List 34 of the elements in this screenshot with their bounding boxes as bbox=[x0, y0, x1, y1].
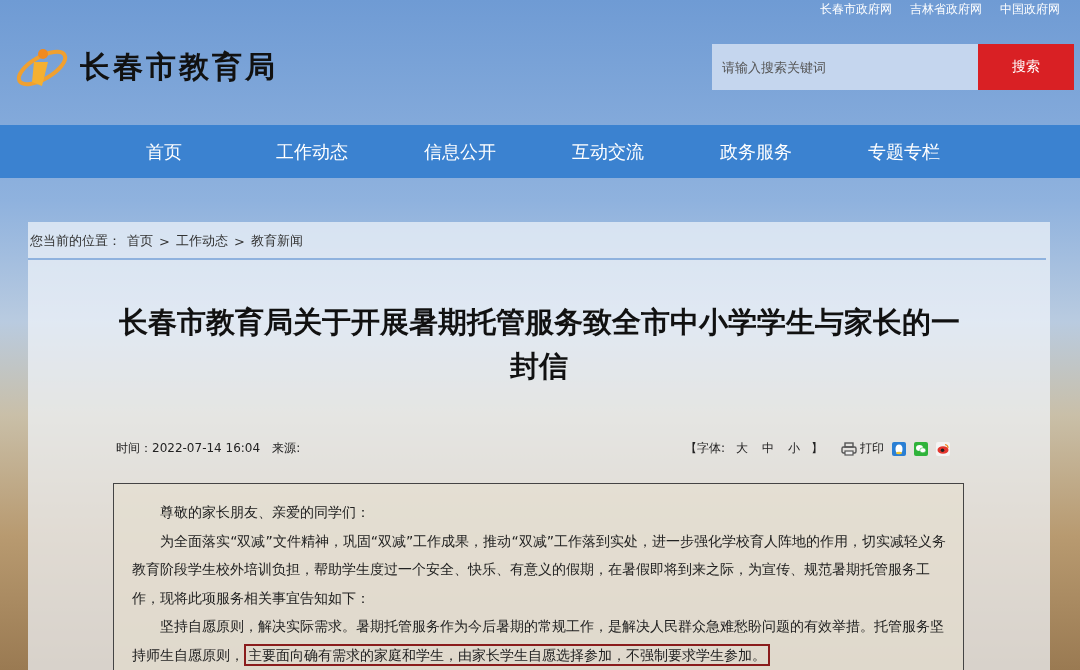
breadcrumb-separator: > bbox=[159, 233, 170, 249]
nav-item[interactable]: 政务服务 bbox=[682, 125, 830, 178]
nav-item[interactable]: 互动交流 bbox=[534, 125, 682, 178]
eye-icon[interactable] bbox=[936, 441, 950, 456]
site-link[interactable]: 中国政府网 bbox=[1000, 0, 1060, 18]
search-field[interactable]: 请输入搜索关键词 bbox=[712, 44, 978, 90]
publish-time: 时间：2022-07-14 16:04 bbox=[116, 440, 261, 457]
site-title: 长春市教育局 bbox=[80, 47, 278, 86]
print-link[interactable]: 打印 bbox=[841, 440, 884, 457]
breadcrumb-link[interactable]: 工作动态 bbox=[175, 232, 228, 250]
breadcrumb-label: 您当前的位置： bbox=[30, 232, 121, 250]
printer-icon bbox=[841, 441, 857, 456]
font-size-link[interactable]: 大 bbox=[736, 440, 748, 457]
article-title: 长春市教育局关于开展暑期托管服务致全市中小学学生与家长的一封信 bbox=[117, 304, 961, 385]
greeting-text: 尊敬的家长朋友、亲爱的同学们： bbox=[159, 503, 372, 522]
source-label: 来源: bbox=[272, 440, 301, 457]
nav-item[interactable]: 信息公开 bbox=[386, 125, 534, 178]
site-link[interactable]: 长春市政府网 bbox=[820, 0, 892, 18]
font-size-link[interactable]: 小 bbox=[788, 440, 800, 457]
site-link[interactable]: 吉林省政府网 bbox=[910, 0, 982, 18]
search-button[interactable]: 搜索 bbox=[978, 44, 1074, 90]
breadcrumb-link[interactable]: 首页 bbox=[127, 232, 153, 250]
font-size-link[interactable]: 中 bbox=[762, 440, 774, 457]
paragraph-text: 坚持自愿原则，解决实际需求。暑期托管服务作为今后暑期的常规工作，是解决人民群众急难愁盼问题的有效举措。托管服务坚持师生自愿原则， 主要面向确有需求的家庭和学生，由家长学生自愿选择参加，不强制要求学生参加。 bbox=[132, 612, 949, 669]
penguin-icon[interactable] bbox=[892, 441, 906, 456]
breadcrumb-link[interactable]: 教育新闻 bbox=[250, 232, 303, 250]
paragraph-text: 为全面落实“双减”文件精神，巩固“双减”工作成果，推动“双减”工作落到实处，进一步强化学校育人阵地的作用，切实减轻义务教育阶段学生校外培训负担，帮助学生度过一个安全、快乐、有意义的假期，在暑假即将到来之际，为宣传、规范暑期托管服务工作，现将此项服务相关事宜告知如下： bbox=[132, 531, 947, 608]
bracket-text: 】 bbox=[811, 440, 823, 457]
chat-bubble-icon[interactable] bbox=[914, 441, 928, 456]
nav-item[interactable]: 首页 bbox=[90, 125, 238, 178]
font-size-label: 【字体: bbox=[684, 440, 725, 457]
nav-item[interactable]: 工作动态 bbox=[238, 125, 386, 178]
breadcrumb-separator: > bbox=[233, 233, 245, 249]
nav-item[interactable]: 专题专栏 bbox=[830, 125, 978, 178]
